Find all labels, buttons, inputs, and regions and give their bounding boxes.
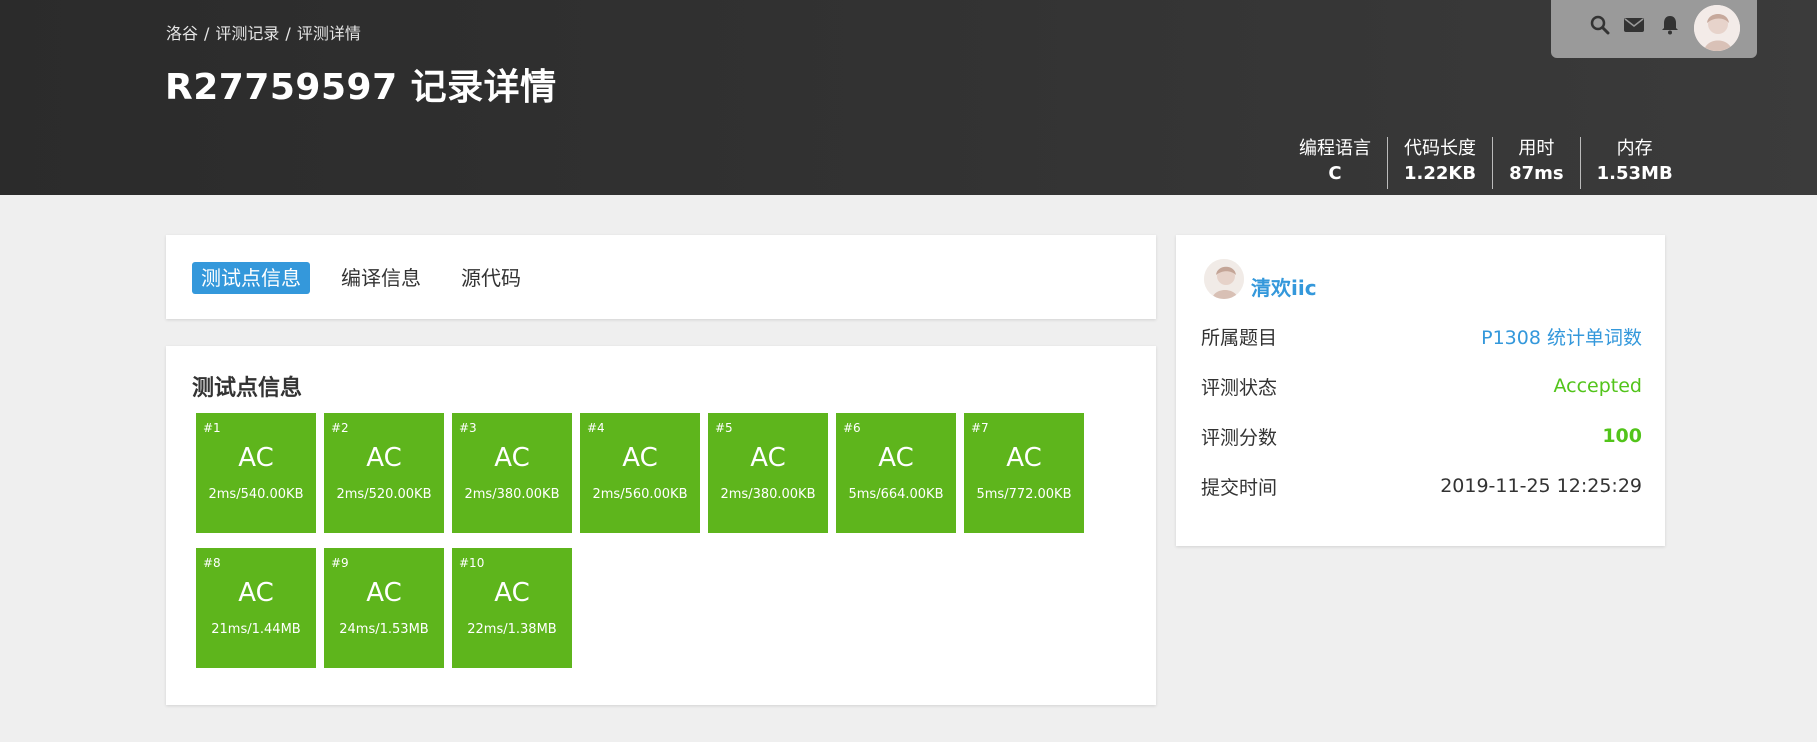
test-case-number: #7	[971, 421, 989, 435]
breadcrumb-records[interactable]: 评测记录	[215, 24, 279, 43]
bell-icon[interactable]	[1659, 14, 1681, 36]
mail-icon[interactable]	[1623, 14, 1645, 36]
test-case-detail: 21ms/1.44MB	[211, 622, 301, 637]
test-case-status: AC	[750, 443, 786, 473]
test-case-status: AC	[878, 443, 914, 473]
test-case-tile[interactable]: #8 AC 21ms/1.44MB	[196, 548, 316, 668]
record-info-card: 清欢iic 所属题目 P1308 统计单词数 评测状态 Accepted 评测分…	[1176, 235, 1665, 546]
test-case-status: AC	[1006, 443, 1042, 473]
record-stats: 编程语言 C 代码长度 1.22KB 用时 87ms 内存 1.53MB	[1283, 137, 1689, 189]
test-case-detail: 5ms/772.00KB	[976, 487, 1072, 502]
page-header: 洛谷 / 评测记录 / 评测详情 R27759597 记录详情 编程语言 C 代码长度 …	[0, 0, 1817, 195]
problem-link[interactable]: P1308 统计单词数	[1481, 323, 1642, 350]
test-case-status: AC	[622, 443, 658, 473]
test-case-number: #5	[715, 421, 733, 435]
page-title: R27759597 记录详情	[165, 67, 557, 108]
test-case-status: AC	[366, 443, 402, 473]
test-case-status: AC	[494, 578, 530, 608]
breadcrumb-current: 评测详情	[296, 24, 361, 43]
stat-label: 编程语言	[1299, 138, 1371, 159]
info-key: 评测分数	[1201, 426, 1278, 449]
test-case-number: #2	[331, 421, 349, 435]
user-avatar[interactable]	[1204, 259, 1244, 299]
info-row-score: 评测分数 100	[1201, 421, 1642, 451]
breadcrumb-home[interactable]: 洛谷	[166, 24, 198, 43]
test-case-number: #4	[587, 421, 605, 435]
stat-label: 用时	[1518, 138, 1555, 159]
test-case-number: #8	[203, 556, 221, 570]
submit-time-value: 2019-11-25 12:25:29	[1440, 475, 1642, 497]
test-case-tile[interactable]: #4 AC 2ms/560.00KB	[580, 413, 700, 533]
info-key: 所属题目	[1201, 326, 1278, 349]
test-case-number: #10	[459, 556, 485, 570]
user-name-link[interactable]: 清欢iic	[1251, 272, 1317, 301]
avatar[interactable]	[1694, 5, 1740, 51]
info-key: 评测状态	[1201, 376, 1278, 399]
test-case-tile[interactable]: #3 AC 2ms/380.00KB	[452, 413, 572, 533]
breadcrumb-separator: /	[285, 24, 291, 43]
stat-value: 87ms	[1509, 163, 1564, 184]
breadcrumb-separator: /	[204, 24, 210, 43]
test-case-detail: 2ms/520.00KB	[336, 487, 432, 502]
test-case-number: #6	[843, 421, 861, 435]
stat-label: 代码长度	[1404, 138, 1477, 159]
tab-compile-info[interactable]: 编译信息	[332, 262, 430, 294]
stat-value: 1.22KB	[1404, 163, 1477, 184]
info-row-problem: 所属题目 P1308 统计单词数	[1201, 321, 1642, 351]
test-case-detail: 5ms/664.00KB	[848, 487, 944, 502]
stat-time: 用时 87ms	[1492, 137, 1580, 189]
stat-value: C	[1328, 163, 1342, 184]
test-case-status: AC	[238, 578, 274, 608]
test-case-tile[interactable]: #10 AC 22ms/1.38MB	[452, 548, 572, 668]
info-key: 提交时间	[1201, 476, 1278, 499]
test-case-detail: 2ms/380.00KB	[464, 487, 560, 502]
tab-source-code[interactable]: 源代码	[452, 262, 530, 294]
test-points-card: 测试点信息 #1 AC 2ms/540.00KB #2 AC 2ms/520.00KB #3…	[166, 346, 1156, 705]
test-case-tile[interactable]: #9 AC 24ms/1.53MB	[324, 548, 444, 668]
tab-test-points[interactable]: 测试点信息	[192, 262, 310, 294]
test-case-tile[interactable]: #1 AC 2ms/540.00KB	[196, 413, 316, 533]
section-title: 测试点信息	[192, 376, 303, 401]
info-row-status: 评测状态 Accepted	[1201, 371, 1642, 401]
search-icon[interactable]	[1589, 14, 1611, 36]
status-value: Accepted	[1553, 375, 1642, 397]
test-case-tile[interactable]: #2 AC 2ms/520.00KB	[324, 413, 444, 533]
test-case-number: #1	[203, 421, 221, 435]
test-case-tile[interactable]: #7 AC 5ms/772.00KB	[964, 413, 1084, 533]
test-case-detail: 2ms/560.00KB	[592, 487, 688, 502]
test-case-detail: 24ms/1.53MB	[339, 622, 429, 637]
test-case-number: #3	[459, 421, 477, 435]
test-case-number: #9	[331, 556, 349, 570]
test-case-detail: 2ms/380.00KB	[720, 487, 816, 502]
info-row-submit-time: 提交时间 2019-11-25 12:25:29	[1201, 471, 1642, 501]
test-case-detail: 2ms/540.00KB	[208, 487, 304, 502]
tabs-card: 测试点信息 编译信息 源代码	[166, 235, 1156, 319]
breadcrumb: 洛谷 / 评测记录 / 评测详情	[166, 20, 361, 44]
test-case-status: AC	[494, 443, 530, 473]
stat-label: 内存	[1616, 138, 1653, 159]
stat-memory: 内存 1.53MB	[1579, 137, 1689, 189]
user-toolbar	[1551, 0, 1757, 58]
stat-code-length: 代码长度 1.22KB	[1387, 137, 1492, 189]
test-case-detail: 22ms/1.38MB	[467, 622, 557, 637]
test-case-status: AC	[366, 578, 402, 608]
stat-language: 编程语言 C	[1283, 137, 1387, 189]
test-case-tile[interactable]: #5 AC 2ms/380.00KB	[708, 413, 828, 533]
test-case-tile[interactable]: #6 AC 5ms/664.00KB	[836, 413, 956, 533]
stat-value: 1.53MB	[1596, 163, 1673, 184]
score-value: 100	[1602, 425, 1642, 447]
test-case-status: AC	[238, 443, 274, 473]
